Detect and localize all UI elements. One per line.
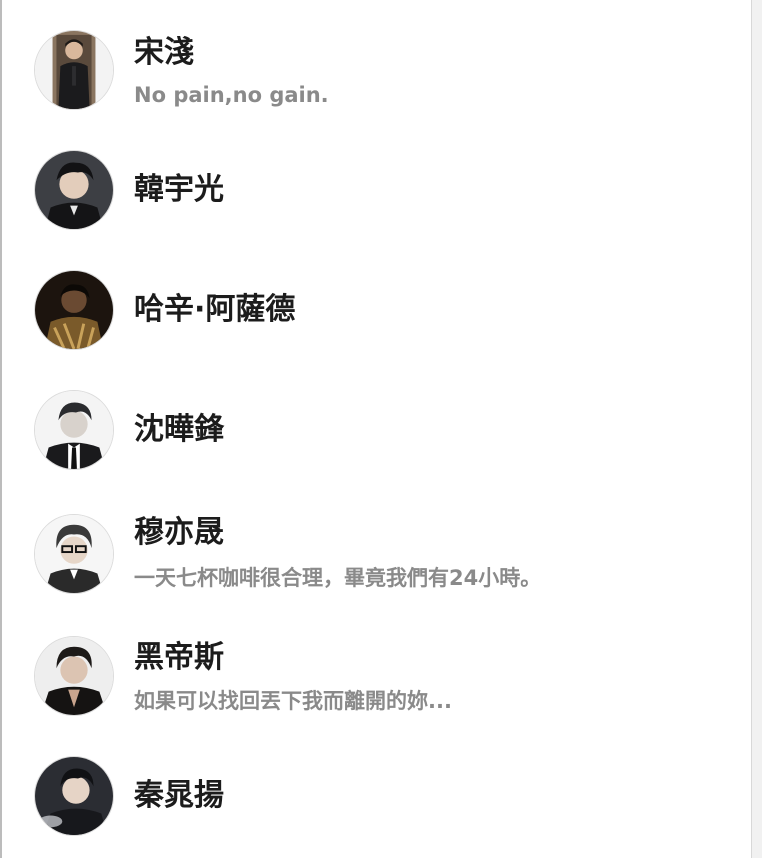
- character-avatar-7: [34, 756, 114, 836]
- avatar-portrait-icon: [35, 757, 113, 835]
- avatar-portrait-icon: [35, 31, 113, 109]
- character-list-panel: 宋淺 No pain,no gain. 韓宇光 哈辛·阿薩德 沈曄鋒 穆亦晟 一…: [2, 0, 752, 858]
- character-name: 黑帝斯: [134, 640, 224, 675]
- character-avatar-5: [34, 514, 114, 594]
- character-name: 韓宇光: [134, 172, 224, 207]
- character-subtitle: 一天七杯咖啡很合理，畢竟我們有24小時。: [134, 566, 542, 590]
- character-name: 秦晁揚: [134, 778, 224, 813]
- character-name: 沈曄鋒: [134, 412, 224, 447]
- character-avatar-2: [34, 150, 114, 230]
- character-row[interactable]: 宋淺 No pain,no gain.: [2, 10, 751, 130]
- avatar-portrait-icon: [35, 515, 113, 593]
- character-row[interactable]: 黑帝斯 如果可以找回丟下我而離開的妳...: [2, 615, 751, 735]
- character-row[interactable]: 哈辛·阿薩德: [2, 250, 751, 370]
- avatar-portrait-icon: [35, 391, 113, 469]
- character-subtitle: 如果可以找回丟下我而離開的妳...: [134, 689, 452, 713]
- character-row[interactable]: 沈曄鋒: [2, 370, 751, 490]
- character-avatar-6: [34, 636, 114, 716]
- character-subtitle: No pain,no gain.: [134, 83, 329, 107]
- character-name: 哈辛·阿薩德: [134, 292, 296, 327]
- avatar-portrait-icon: [35, 151, 113, 229]
- character-name: 宋淺: [134, 35, 194, 70]
- avatar-portrait-icon: [35, 637, 113, 715]
- avatar-portrait-icon: [35, 271, 113, 349]
- character-row[interactable]: 穆亦晟 一天七杯咖啡很合理，畢竟我們有24小時。: [2, 490, 751, 610]
- character-row[interactable]: 秦晁揚: [2, 736, 751, 856]
- background-right-edge: [752, 0, 762, 858]
- character-avatar-3: [34, 270, 114, 350]
- character-row[interactable]: 韓宇光: [2, 130, 751, 250]
- character-name: 穆亦晟: [134, 515, 224, 550]
- character-avatar-1: [34, 30, 114, 110]
- character-avatar-4: [34, 390, 114, 470]
